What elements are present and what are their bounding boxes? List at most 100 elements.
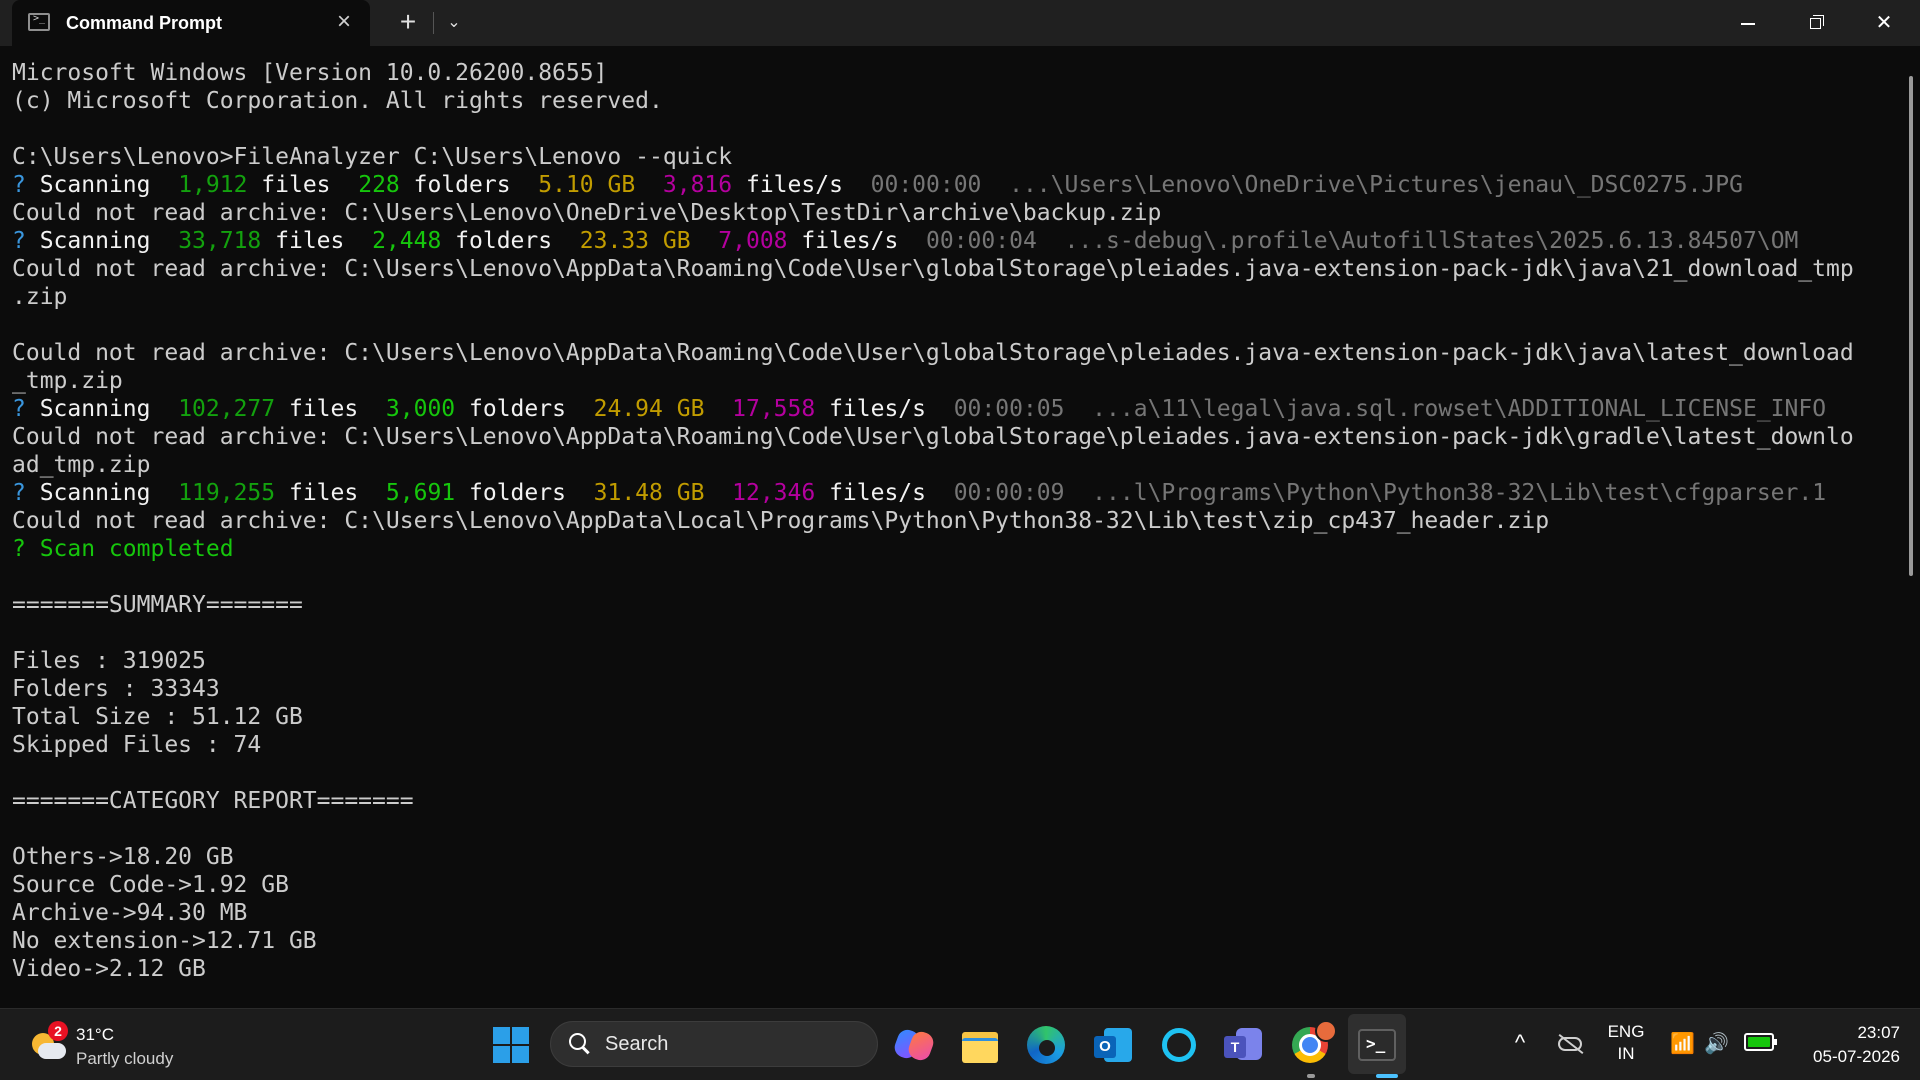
title-bar: >_ Command Prompt × + ⌄ ✕ — [0, 0, 1920, 46]
terminal-lines: Microsoft Windows [Version 10.0.26200.86… — [12, 59, 1892, 983]
terminal-text-segment: files — [275, 396, 386, 422]
terminal-line: _tmp.zip — [12, 367, 1892, 395]
battery-icon[interactable] — [1744, 1033, 1777, 1051]
terminal-text-segment: ? — [12, 480, 40, 506]
terminal-text-segment: files/s — [787, 228, 927, 254]
terminal-line: Could not read archive: C:\Users\Lenovo\… — [12, 255, 1892, 283]
terminal-line: Others->18.20 GB — [12, 843, 1892, 871]
terminal-text-segment: Microsoft Windows [Version 10.0.26200.86… — [12, 60, 608, 86]
terminal-text-segment: Scanning — [39, 396, 179, 422]
terminal-text-segment: Others->18.20 GB — [12, 844, 234, 870]
close-window-button[interactable]: ✕ — [1850, 0, 1918, 46]
terminal-line: Source Code->1.92 GB — [12, 871, 1892, 899]
chrome-notification-badge — [1315, 1020, 1337, 1042]
outlook-icon[interactable]: O — [1090, 1022, 1136, 1068]
terminal-line: ? Scan completed — [12, 535, 1892, 563]
terminal-text-segment: 228 — [358, 172, 400, 198]
clock[interactable]: 23:07 05-07-2026 — [1790, 1021, 1900, 1069]
terminal-line: ? Scanning 119,255 files 5,691 folders 3… — [12, 479, 1892, 507]
terminal-line: Microsoft Windows [Version 10.0.26200.86… — [12, 59, 1892, 87]
volume-icon[interactable]: 🔊 — [1704, 1031, 1730, 1055]
terminal-text-segment: Files : 319025 — [12, 648, 206, 674]
terminal-text-segment: 00:00:00 ...\Users\Lenovo\OneDrive\Pictu… — [870, 172, 1743, 198]
terminal-line: ad_tmp.zip — [12, 451, 1892, 479]
windows-logo-tile — [512, 1046, 529, 1063]
taskbar: 2 31°C Partly cloudy Search O T >_ ^ ENG… — [0, 1008, 1920, 1080]
terminal-text-segment: No extension->12.71 GB — [12, 928, 317, 954]
terminal-text-segment: 102,277 — [178, 396, 276, 422]
terminal-text-segment: 2,448 — [372, 228, 442, 254]
terminal-text-segment: 3,816 — [662, 172, 733, 198]
terminal-text-segment: C:\Users\Lenovo>FileAnalyzer C:\Users\Le… — [12, 144, 733, 170]
terminal-text-segment: Could not read archive: C:\Users\Lenovo\… — [12, 508, 1550, 534]
chrome-icon[interactable] — [1287, 1020, 1337, 1078]
terminal-text-segment: 17,558 — [732, 396, 816, 422]
terminal-line: (c) Microsoft Corporation. All rights re… — [12, 87, 1892, 115]
terminal-line: C:\Users\Lenovo>FileAnalyzer C:\Users\Le… — [12, 143, 1892, 171]
terminal-text-segment: Video->2.12 GB — [12, 956, 206, 982]
weather-description: Partly cloudy — [76, 1049, 174, 1068]
terminal-line: No extension->12.71 GB — [12, 927, 1892, 955]
terminal-line: .zip — [12, 283, 1892, 311]
windows-logo-tile — [493, 1027, 510, 1044]
vertical-scrollbar[interactable] — [1909, 76, 1913, 576]
restore-button[interactable] — [1782, 0, 1850, 46]
terminal-text-segment: ? — [12, 172, 40, 198]
copilot-icon[interactable] — [891, 1022, 938, 1068]
terminal-line: Video->2.12 GB — [12, 955, 1892, 983]
wifi-icon[interactable]: 📶 — [1670, 1031, 1696, 1055]
new-tab-button[interactable]: + — [392, 8, 424, 38]
terminal-text-segment: Source Code->1.92 GB — [12, 872, 289, 898]
terminal-text-segment: 1,912 — [178, 172, 248, 198]
cloud-shape — [38, 1043, 66, 1059]
terminal-text-segment: ? — [12, 228, 40, 254]
terminal-text-segment: Could not read archive: C:\Users\Lenovo\… — [12, 340, 1854, 366]
edge-icon[interactable] — [1023, 1022, 1069, 1068]
tab-dropdown-icon[interactable]: ⌄ — [440, 8, 468, 38]
terminal-line: Could not read archive: C:\Users\Lenovo\… — [12, 507, 1892, 535]
close-tab-icon[interactable]: × — [332, 10, 356, 35]
terminal-glyph: >_ — [1366, 1034, 1386, 1053]
terminal-line: Could not read archive: C:\Users\Lenovo\… — [12, 423, 1892, 451]
search-label: Search — [605, 1033, 669, 1055]
tab-command-prompt[interactable]: >_ Command Prompt × — [12, 0, 370, 46]
minimize-icon — [1741, 23, 1755, 25]
input-language-indicator[interactable]: ENG IN — [1606, 1021, 1646, 1065]
terminal-text-segment: 5.10 GB — [538, 172, 636, 198]
taskbar-search[interactable]: Search — [550, 1021, 878, 1067]
language-code: ENG — [1607, 1022, 1645, 1041]
windows-logo-tile — [512, 1027, 529, 1044]
command-prompt-icon-glyph: >_ — [33, 13, 46, 24]
terminal-text-segment: ? Scan completed — [12, 536, 234, 562]
running-indicator — [1307, 1074, 1315, 1078]
terminal-text-segment: 00:00:05 ...a\11\legal\java.sql.rowset\A… — [953, 396, 1827, 422]
terminal-text-segment: 31.48 GB — [593, 480, 705, 506]
teams-icon[interactable]: T — [1220, 1022, 1266, 1068]
show-hidden-icons-chevron-icon[interactable]: ^ — [1508, 1031, 1532, 1055]
terminal-icon[interactable]: >_ — [1354, 1022, 1400, 1078]
start-button[interactable] — [493, 1027, 529, 1063]
file-explorer-icon[interactable] — [957, 1022, 1003, 1068]
terminal-output[interactable]: Microsoft Windows [Version 10.0.26200.86… — [0, 46, 1920, 1008]
terminal-text-segment: 3,000 — [385, 396, 456, 422]
terminal-line: Archive->94.30 MB — [12, 899, 1892, 927]
terminal-line: =======SUMMARY======= — [12, 591, 1892, 619]
cortana-icon[interactable] — [1156, 1022, 1202, 1068]
terminal-text-segment: 5,691 — [385, 480, 456, 506]
terminal-text-segment: 00:00:04 ...s-debug\.profile\AutofillSta… — [926, 228, 1799, 254]
outlook-glyph: O — [1094, 1036, 1116, 1058]
terminal-text-segment: files — [247, 172, 359, 198]
terminal-text-segment: Skipped Files : 74 — [12, 732, 262, 758]
weather-widget[interactable]: 2 31°C Partly cloudy — [26, 1019, 226, 1071]
minimize-button[interactable] — [1714, 0, 1782, 46]
terminal-text-segment: (c) Microsoft Corporation. All rights re… — [12, 88, 663, 114]
onedrive-offline-icon[interactable] — [1556, 1031, 1584, 1055]
